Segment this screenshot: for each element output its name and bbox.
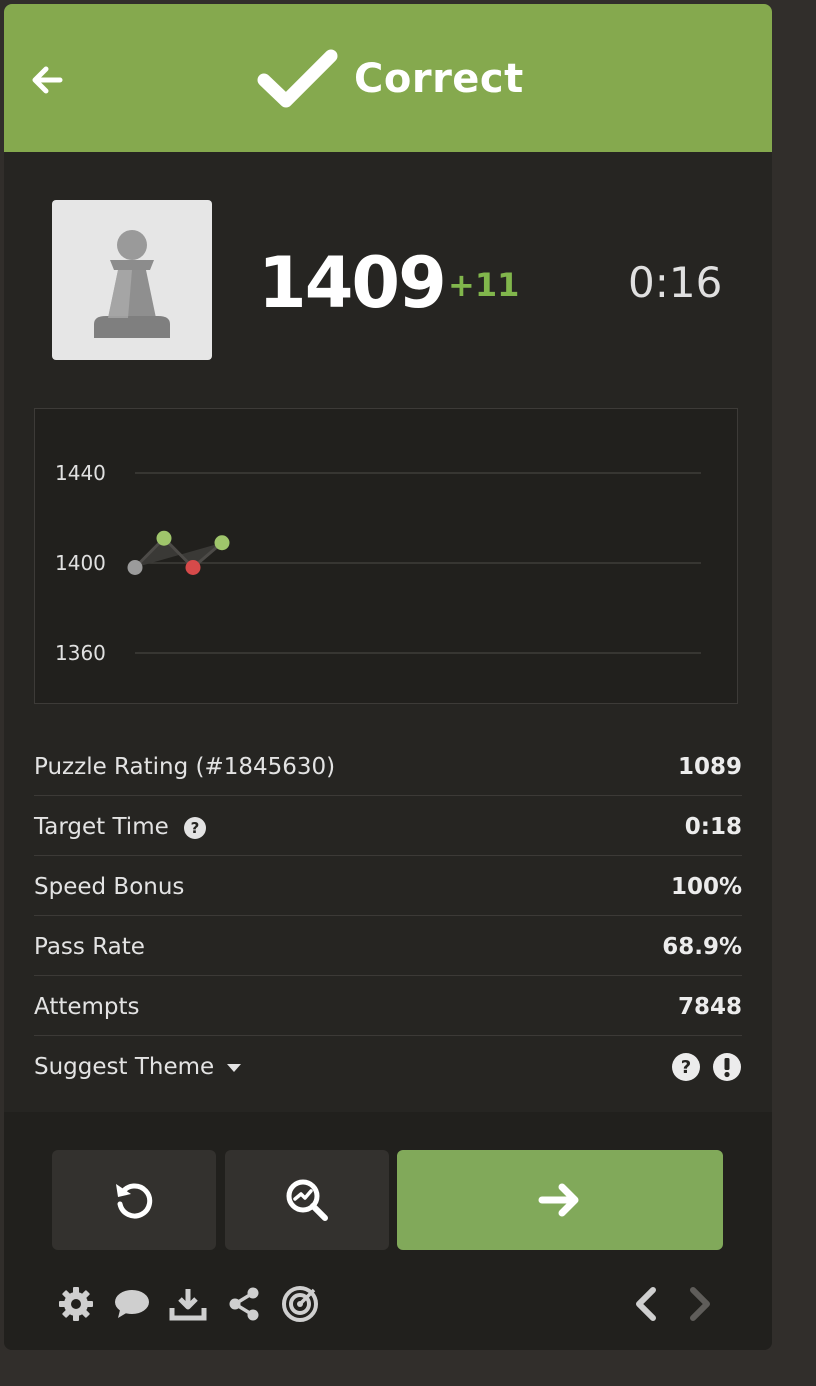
retry-button[interactable] [52, 1150, 216, 1250]
chevron-right-icon [690, 1287, 710, 1321]
stat-label-group: Target Time ? [34, 814, 208, 841]
action-bar [4, 1112, 772, 1350]
arrow-left-icon [32, 66, 63, 94]
puzzle-stats: Puzzle Rating (#1845630) 1089 Target Tim… [34, 736, 742, 1095]
result-title: Correct [354, 56, 524, 102]
stat-row-attempts: Attempts 7848 [34, 976, 742, 1036]
stat-row-pass-rate: Pass Rate 68.9% [34, 916, 742, 976]
analysis-icon [286, 1179, 328, 1221]
help-icon[interactable]: ? [671, 1052, 701, 1082]
stat-value: 68.9% [662, 934, 742, 960]
rating-point-win[interactable] [214, 535, 230, 551]
target-icon [282, 1286, 318, 1322]
stat-label: Target Time [34, 814, 169, 840]
rating-point-win[interactable] [156, 530, 172, 546]
download-button[interactable] [168, 1284, 208, 1324]
share-button[interactable] [224, 1284, 264, 1324]
chat-icon [115, 1290, 149, 1318]
next-puzzle-button[interactable] [397, 1150, 723, 1250]
pawn-icon [94, 230, 170, 338]
stat-row-puzzle-rating: Puzzle Rating (#1845630) 1089 [34, 736, 742, 796]
y-tick-label: 1360 [55, 641, 106, 665]
chevron-left-icon [636, 1287, 656, 1321]
result-header: Correct [4, 4, 772, 152]
rating-point-neutral[interactable] [127, 560, 143, 575]
svg-text:?: ? [681, 1057, 691, 1078]
rating-chart-svg: 1440 1400 1360 [55, 461, 701, 665]
rating-chart: 1440 1400 1360 [34, 408, 738, 704]
caret-down-icon [227, 1063, 242, 1072]
svg-text:?: ? [191, 819, 200, 837]
chat-button[interactable] [112, 1284, 152, 1324]
theme-actions: ? [671, 1052, 742, 1086]
back-button[interactable] [26, 60, 70, 100]
suggest-theme-dropdown[interactable]: Suggest Theme [34, 1054, 243, 1080]
checkmark-icon [257, 49, 338, 108]
stat-row-target-time: Target Time ? 0:18 [34, 796, 742, 856]
y-tick-label: 1400 [55, 551, 106, 575]
settings-button[interactable] [56, 1284, 96, 1324]
previous-button[interactable] [628, 1284, 664, 1324]
share-icon [229, 1287, 259, 1321]
suggest-theme-label: Suggest Theme [34, 1054, 215, 1080]
y-tick-label: 1440 [55, 461, 106, 485]
player-rating: 1409 [258, 242, 447, 324]
stat-row-speed-bonus: Speed Bonus 100% [34, 856, 742, 916]
arrow-right-icon [538, 1183, 579, 1217]
analysis-button[interactable] [225, 1150, 389, 1250]
retry-icon [116, 1183, 153, 1219]
pawn-avatar [52, 200, 212, 360]
solve-time: 0:16 [628, 258, 723, 307]
stat-label: Pass Rate [34, 934, 145, 960]
stat-value: 1089 [677, 754, 742, 780]
stat-value: 0:18 [684, 814, 742, 840]
result-status: Correct [256, 44, 524, 114]
puzzle-result-panel: Correct 1409 +11 0:16 1440 1400 1360 Puzzl… [4, 4, 772, 1350]
rating-point-loss[interactable] [185, 560, 201, 575]
download-icon [169, 1289, 207, 1321]
stat-label: Puzzle Rating (#1845630) [34, 754, 336, 780]
stat-value: 100% [670, 874, 742, 900]
help-icon[interactable]: ? [182, 815, 208, 841]
stat-label: Attempts [34, 994, 140, 1020]
target-button[interactable] [280, 1284, 320, 1324]
next-button[interactable] [682, 1284, 718, 1324]
report-icon[interactable] [712, 1052, 742, 1082]
stat-label: Speed Bonus [34, 874, 185, 900]
rating-change: +11 [448, 266, 520, 304]
stat-value: 7848 [677, 994, 742, 1020]
gear-icon [59, 1287, 93, 1321]
suggest-theme-row: Suggest Theme ? [34, 1036, 742, 1095]
